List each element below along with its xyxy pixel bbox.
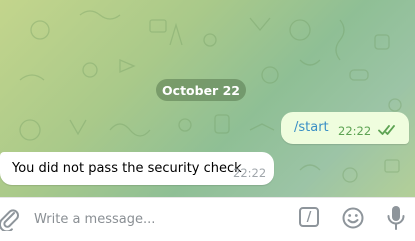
incoming-message-bubble[interactable]: You did not pass the security check 22:2… — [0, 152, 274, 185]
double-check-icon — [378, 125, 395, 135]
message-time: 22:22 — [338, 124, 372, 138]
microphone-icon[interactable] — [386, 204, 406, 232]
slash-command-icon: / — [306, 209, 312, 225]
bot-commands-button[interactable]: / — [299, 207, 319, 227]
date-separator: October 22 — [156, 79, 246, 101]
paperclip-icon[interactable] — [0, 207, 20, 231]
message-text: You did not pass the security check — [12, 161, 242, 176]
message-time: 22:22 — [233, 166, 267, 180]
command-link[interactable]: /start — [294, 120, 329, 135]
outgoing-message-bubble[interactable]: /start 22:22 — [281, 112, 409, 144]
message-input[interactable] — [34, 209, 284, 229]
message-composer: / — [0, 197, 415, 241]
chat-area: October 22 /start 22:22 You did not pass… — [0, 0, 415, 197]
emoji-icon[interactable] — [341, 206, 365, 230]
